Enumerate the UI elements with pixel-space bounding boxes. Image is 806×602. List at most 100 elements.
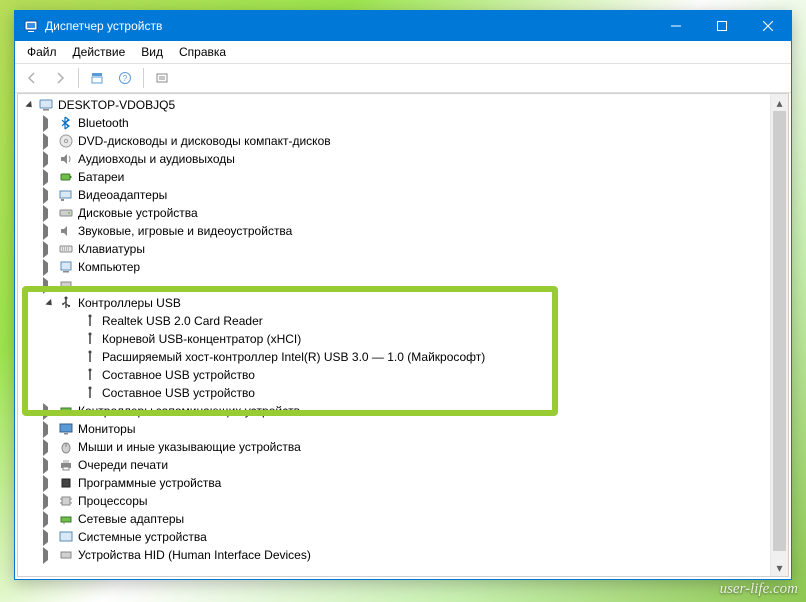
menu-help[interactable]: Справка — [171, 43, 234, 61]
minimize-button[interactable] — [653, 11, 699, 41]
category-system[interactable]: Системные устройства — [18, 528, 771, 546]
expander-icon[interactable] — [42, 277, 58, 294]
system-icon — [58, 529, 74, 545]
category-usb[interactable]: Контроллеры USB — [18, 294, 771, 312]
mouse-icon — [58, 439, 74, 455]
svg-text:?: ? — [123, 74, 128, 83]
forward-button[interactable] — [47, 65, 73, 91]
menu-action[interactable]: Действие — [65, 43, 134, 61]
controller-icon — [58, 277, 74, 293]
tree-root[interactable]: DESKTOP-VDOBJQ5 — [18, 96, 771, 114]
titlebar[interactable]: Диспетчер устройств — [15, 11, 791, 41]
app-icon — [23, 18, 39, 34]
usb-device[interactable]: Составное USB устройство — [18, 366, 771, 384]
expander-icon[interactable] — [42, 475, 58, 492]
keyboard-icon — [58, 241, 74, 257]
content-fade — [18, 566, 754, 576]
expander-icon[interactable] — [42, 439, 58, 456]
expander-icon[interactable] — [42, 115, 58, 132]
usb-icon — [82, 367, 98, 383]
category-network[interactable]: Сетевые адаптеры — [18, 510, 771, 528]
category-ide[interactable]: Контроллеры IDE ATA/ATAPI — [18, 276, 771, 294]
usb-icon — [82, 349, 98, 365]
expander-icon[interactable] — [42, 241, 58, 258]
usb-icon — [58, 295, 74, 311]
root-label: DESKTOP-VDOBJQ5 — [58, 98, 175, 112]
bluetooth-icon — [58, 115, 74, 131]
category-mouse[interactable]: Мыши и иные указывающие устройства — [18, 438, 771, 456]
expander-icon[interactable] — [42, 547, 58, 564]
chip-icon — [58, 475, 74, 491]
scroll-up-button[interactable]: ▴ — [771, 94, 788, 111]
toolbar-separator — [143, 68, 144, 88]
usb-icon — [82, 313, 98, 329]
category-bluetooth[interactable]: Bluetooth — [18, 114, 771, 132]
expander-icon[interactable] — [42, 301, 58, 306]
hid-icon — [58, 547, 74, 563]
expander-icon[interactable] — [42, 223, 58, 240]
device-tree[interactable]: DESKTOP-VDOBJQ5 Bluetooth DVD-дисководы … — [18, 94, 771, 576]
maximize-button[interactable] — [699, 11, 745, 41]
category-dvd[interactable]: DVD-дисководы и дисководы компакт-дисков — [18, 132, 771, 150]
expander-icon[interactable] — [42, 457, 58, 474]
menubar: Файл Действие Вид Справка — [15, 41, 791, 64]
cpu-icon — [58, 493, 74, 509]
category-storage[interactable]: Контроллеры запоминающих устройств — [18, 402, 771, 420]
show-hidden-button[interactable] — [84, 65, 110, 91]
properties-button[interactable] — [149, 65, 175, 91]
storage-icon — [58, 403, 74, 419]
expander-icon[interactable] — [42, 259, 58, 276]
vertical-scrollbar[interactable]: ▴ ▾ — [770, 94, 788, 576]
computer-icon — [38, 97, 54, 113]
close-button[interactable] — [745, 11, 791, 41]
menu-view[interactable]: Вид — [133, 43, 171, 61]
category-computer[interactable]: Компьютер — [18, 258, 771, 276]
category-audio[interactable]: Аудиовходы и аудиовыходы — [18, 150, 771, 168]
usb-device[interactable]: Составное USB устройство — [18, 384, 771, 402]
sound-icon — [58, 223, 74, 239]
device-manager-window: Диспетчер устройств Файл Действие Вид Сп… — [14, 10, 792, 580]
watermark: user-life.com — [720, 581, 798, 598]
category-monitor[interactable]: Мониторы — [18, 420, 771, 438]
back-button[interactable] — [19, 65, 45, 91]
toolbar-separator — [78, 68, 79, 88]
expander-icon[interactable] — [42, 421, 58, 438]
expander-icon[interactable] — [42, 511, 58, 528]
help-button[interactable]: ? — [112, 65, 138, 91]
scroll-down-button[interactable]: ▾ — [771, 559, 788, 576]
usb-device[interactable]: Корневой USB-концентратор (xHCI) — [18, 330, 771, 348]
category-video[interactable]: Видеоадаптеры — [18, 186, 771, 204]
expander-icon[interactable] — [42, 169, 58, 186]
expander-icon[interactable] — [42, 187, 58, 204]
category-disk[interactable]: Дисковые устройства — [18, 204, 771, 222]
menu-file[interactable]: Файл — [19, 43, 65, 61]
tree-content: DESKTOP-VDOBJQ5 Bluetooth DVD-дисководы … — [17, 93, 789, 577]
audio-icon — [58, 151, 74, 167]
category-software[interactable]: Программные устройства — [18, 474, 771, 492]
battery-icon — [58, 169, 74, 185]
disk-icon — [58, 205, 74, 221]
expander-icon[interactable] — [42, 205, 58, 222]
usb-device[interactable]: Расширяемый хост-контроллер Intel(R) USB… — [18, 348, 771, 366]
expander-icon[interactable] — [42, 493, 58, 510]
usb-device[interactable]: Realtek USB 2.0 Card Reader — [18, 312, 771, 330]
disc-icon — [58, 133, 74, 149]
category-sound[interactable]: Звуковые, игровые и видеоустройства — [18, 222, 771, 240]
category-keyboard[interactable]: Клавиатуры — [18, 240, 771, 258]
toolbar: ? — [15, 64, 791, 93]
printer-icon — [58, 457, 74, 473]
expander-icon[interactable] — [42, 133, 58, 150]
expander-icon[interactable] — [42, 529, 58, 546]
usb-icon — [82, 385, 98, 401]
category-battery[interactable]: Батареи — [18, 168, 771, 186]
expander-icon[interactable] — [22, 103, 38, 108]
category-hid[interactable]: Устройства HID (Human Interface Devices) — [18, 546, 771, 564]
scroll-thumb[interactable] — [773, 111, 786, 551]
category-print[interactable]: Очереди печати — [18, 456, 771, 474]
pc-icon — [58, 259, 74, 275]
category-cpu[interactable]: Процессоры — [18, 492, 771, 510]
usb-icon — [82, 331, 98, 347]
expander-icon[interactable] — [42, 403, 58, 420]
network-icon — [58, 511, 74, 527]
expander-icon[interactable] — [42, 151, 58, 168]
